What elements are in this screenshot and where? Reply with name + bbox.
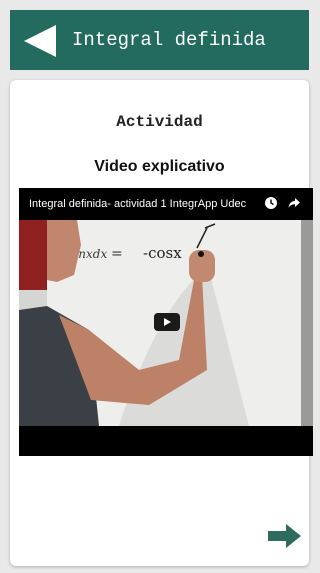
activity-card: Actividad Video explicativo Integral def… [10, 80, 313, 566]
board-equals: = [111, 246, 123, 262]
share-icon[interactable] [287, 196, 301, 210]
forward-arrow-icon[interactable] [268, 522, 302, 550]
app-header: Integral definida [10, 10, 309, 70]
page-title: Integral definida [72, 29, 266, 51]
back-arrow-icon[interactable] [20, 23, 60, 59]
board-text-right: -cosx [143, 244, 182, 262]
clock-icon[interactable] [264, 196, 278, 210]
video-player[interactable]: Integral definida- actividad 1 IntegrApp… [19, 188, 313, 456]
activity-title: Actividad [116, 113, 203, 131]
video-heading: Video explicativo [94, 158, 225, 175]
video-title[interactable]: Integral definida- actividad 1 IntegrApp… [29, 198, 254, 210]
play-icon[interactable] [154, 313, 180, 331]
